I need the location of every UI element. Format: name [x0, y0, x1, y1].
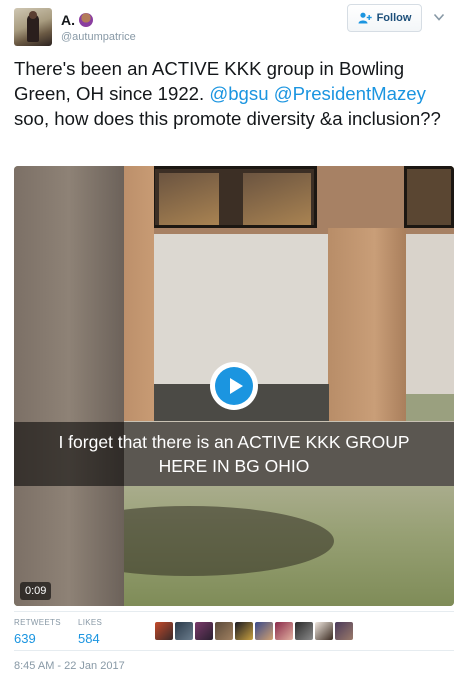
liker-avatar[interactable] [315, 622, 333, 640]
add-person-icon [358, 12, 372, 24]
video-media[interactable]: I forget that there is an ACTIVE KKK GRO… [14, 166, 454, 606]
retweets-count[interactable]: 639 [14, 631, 61, 646]
caption-line-2: HERE IN BG OHIO [158, 456, 310, 476]
user-handle[interactable]: @autumpatrice [61, 31, 136, 43]
caption-line-1: I forget that there is an ACTIVE KKK GRO… [58, 432, 410, 452]
divider [14, 611, 454, 612]
liker-avatar[interactable] [215, 622, 233, 640]
follow-label: Follow [376, 12, 412, 24]
mention-link-presidentmazey[interactable]: @PresidentMazey [274, 83, 426, 104]
liker-avatar[interactable] [155, 622, 173, 640]
follow-button[interactable]: Follow [347, 4, 422, 32]
likes-stat[interactable]: LIKES 584 [78, 618, 102, 646]
retweets-stat[interactable]: RETWEETS 639 [14, 618, 61, 646]
woman-tipping-hand-icon [79, 13, 93, 27]
video-duration: 0:09 [20, 582, 52, 600]
liker-avatar[interactable] [295, 622, 313, 640]
chevron-down-icon[interactable] [433, 12, 445, 22]
liker-avatar[interactable] [195, 622, 213, 640]
avatar[interactable] [14, 8, 52, 46]
video-caption: I forget that there is an ACTIVE KKK GRO… [14, 422, 454, 486]
liker-avatar[interactable] [255, 622, 273, 640]
divider [14, 650, 454, 651]
play-button[interactable] [210, 362, 258, 410]
tweet-timestamp[interactable]: 8:45 AM - 22 Jan 2017 [14, 660, 125, 672]
retweets-label: RETWEETS [14, 618, 61, 627]
tweet-text-part: soo, how does this promote diversity &a … [14, 108, 441, 129]
mention-link-bgsu[interactable]: @bgsu [209, 83, 268, 104]
name-row[interactable]: A. [61, 12, 93, 28]
play-icon [215, 367, 253, 405]
display-name[interactable]: A. [61, 12, 75, 28]
likes-label: LIKES [78, 618, 103, 627]
liker-avatar[interactable] [335, 622, 353, 640]
likes-count[interactable]: 584 [78, 631, 102, 646]
liker-avatar[interactable] [275, 622, 293, 640]
liker-avatar[interactable] [175, 622, 193, 640]
tweet-text: There's been an ACTIVE KKK group in Bowl… [14, 56, 454, 131]
liker-avatar[interactable] [235, 622, 253, 640]
liker-avatars [155, 622, 353, 640]
